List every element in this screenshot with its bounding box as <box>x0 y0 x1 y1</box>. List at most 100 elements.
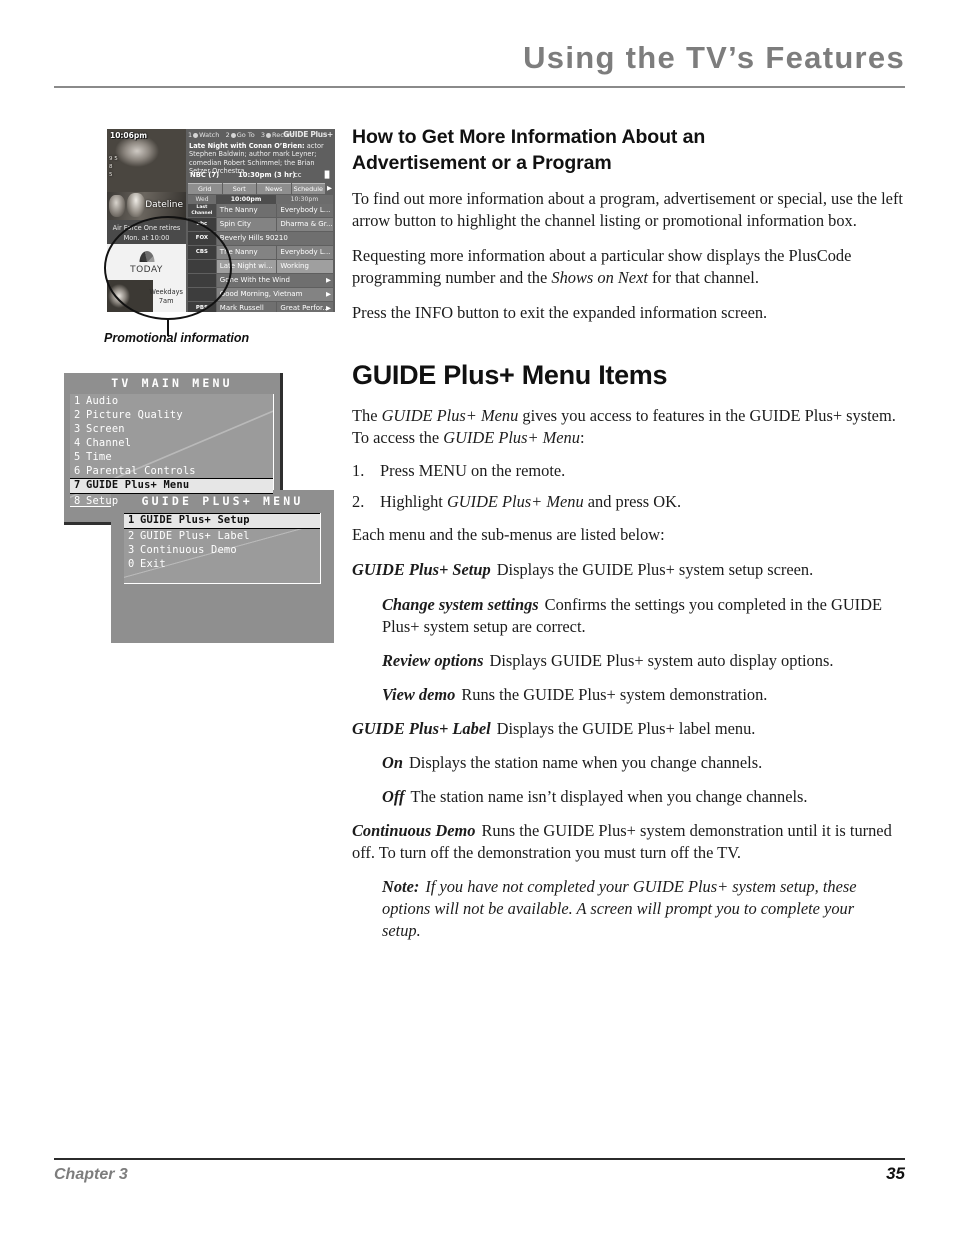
note-term: Note: <box>382 877 420 897</box>
definition-guide-plus-label: GUIDE Plus+ Label Displays the GUIDE Plus… <box>352 718 906 740</box>
menu-item-parental-controls[interactable]: 6 Parental Controls <box>70 464 273 478</box>
menu-item-time[interactable]: 5 Time <box>70 450 273 464</box>
definition-review-options: Review options Displays GUIDE Plus+ syste… <box>382 650 906 672</box>
menu-item-screen[interactable]: 3 Screen <box>70 422 273 436</box>
promo-title: Dateline <box>145 200 183 210</box>
p2-italic: Shows on Next <box>551 268 648 288</box>
epg-action-bar: GUIDE Plus+ 1 Watch 2 Go To 3 Record <box>186 129 335 141</box>
action-3[interactable]: 3 Record <box>257 131 295 139</box>
menu-item-label: Time <box>86 451 112 463</box>
menu-item-guide-plus-setup[interactable]: 1 GUIDE Plus+ Setup <box>124 513 320 529</box>
steps-list: 1. Press MENU on the remote. 2. Highlight … <box>352 460 906 513</box>
menu-item-continuous-demo[interactable]: 3 Continuous Demo <box>124 543 320 557</box>
promo-face-icon <box>109 195 125 217</box>
video-scale-overlay: 9 585 <box>109 156 118 178</box>
tv-main-menu-list: 1 Audio 2 Picture Quality 3 Screen 4 Channel 5 Ti… <box>70 394 274 507</box>
epg-program-title: Working <box>280 262 309 270</box>
definition-description: Displays the GUIDE Plus+ label menu. <box>496 718 756 738</box>
epg-program-cell[interactable]: Spin City <box>216 218 277 231</box>
footer-rule <box>54 1158 905 1160</box>
epg-program-cell[interactable]: Dharma & Gr... <box>277 218 333 231</box>
menu-item-label: Continuous Demo <box>140 544 237 556</box>
epg-continues-arrow-icon: ▶ <box>326 304 331 312</box>
step-2-part2: and press OK. <box>583 492 682 512</box>
definition-term: GUIDE Plus+ Setup <box>352 560 491 580</box>
paragraph-find-out-more: To find out more information about a pro… <box>352 188 903 230</box>
guide-plus-menu-screenshot: GUIDE PLUS+ MENU 1 GUIDE Plus+ Setup 2 GUID… <box>111 490 334 643</box>
epg-program-title: Great Perfor... <box>280 304 329 312</box>
epg-grid-row[interactable]: Last Channel The Nanny Everybody L... <box>188 204 333 217</box>
epg-program-cell[interactable]: Everybody L... <box>277 246 333 259</box>
step-2: 2. Highlight GUIDE Plus+ Menu and press O… <box>352 491 906 513</box>
video-preview: 10:06pm 9 585 <box>107 129 186 192</box>
menu-item-guide-plus-menu[interactable]: 7 GUIDE Plus+ Menu <box>70 478 273 494</box>
epg-program-cell[interactable]: Everybody L... <box>277 204 333 217</box>
menu-item-channel[interactable]: 4 Channel <box>70 436 273 450</box>
promo-face2-icon <box>127 193 145 217</box>
video-timecode: 10:06pm <box>110 131 148 140</box>
epg-program-cell[interactable]: Gone With the Wind ▶ <box>216 274 333 287</box>
paragraph-guide-plus-intro: The GUIDE Plus+ Menu gives you access to… <box>352 405 906 449</box>
menu-item-label: Audio <box>86 395 119 407</box>
p2-part2: for that channel. <box>647 268 759 288</box>
menu-item-key: 2 <box>128 530 135 542</box>
step-2-number: 2. <box>352 492 365 512</box>
action-1[interactable]: 1 Watch <box>188 131 219 139</box>
menu-item-key: 0 <box>128 558 135 570</box>
menu-item-guide-plus-label[interactable]: 2 GUIDE Plus+ Label <box>124 529 320 543</box>
menu-item-label: Exit <box>140 558 166 570</box>
header-rule <box>54 86 905 88</box>
menu-item-key: 2 <box>74 409 81 421</box>
definition-view-demo: View demo Runs the GUIDE Plus+ system dem… <box>382 684 906 706</box>
definition-on: On Displays the station name when you cha… <box>382 752 906 774</box>
definition-description: Runs the GUIDE Plus+ system demonstratio… <box>461 684 768 704</box>
program-title: Late Night with Conan O’Brien: <box>189 142 305 150</box>
tab-schedule[interactable]: Schedule <box>291 183 325 194</box>
paragraph-requesting-more: Requesting more information about a part… <box>352 245 906 289</box>
step-2-part1: Highlight <box>380 492 447 512</box>
step-2-italic: GUIDE Plus+ Menu <box>446 492 584 512</box>
epg-program-cell[interactable]: The Nanny <box>216 204 277 217</box>
tab-sort[interactable]: Sort <box>222 183 256 194</box>
definition-term: Change system settings <box>382 594 539 614</box>
epg-program-cell[interactable]: Beverly Hills 90210 <box>216 232 333 245</box>
epg-continues-arrow-icon: ▶ <box>326 276 331 284</box>
menu-item-key: 1 <box>74 395 81 407</box>
note-text: If you have not completed your GUIDE Plu… <box>382 877 857 941</box>
action-2[interactable]: 2 Go To <box>221 131 255 139</box>
tab-grid[interactable]: Grid <box>188 183 222 194</box>
menu-item-key: 3 <box>74 423 81 435</box>
menu-item-exit[interactable]: 0 Exit <box>124 557 320 571</box>
meta-time: 10:30pm (3 hr) <box>238 171 296 179</box>
epg-program-cell[interactable]: Great Perfor... ▶ <box>277 302 333 312</box>
menu-item-audio[interactable]: 1 Audio <box>70 394 273 408</box>
page-title-guide-plus-menu-items: GUIDE Plus+ Menu Items <box>352 360 668 391</box>
definition-continuous-demo: Continuous Demo Runs the GUIDE Plus+ syst… <box>352 820 906 864</box>
menu-item-key: 1 <box>128 514 135 526</box>
tv-main-menu-screenshot: TV MAIN MENU 1 Audio 2 Picture Quality 3 Scre… <box>64 373 283 525</box>
time-header-slot2: 10:30pm <box>276 195 333 204</box>
running-head: Using the TV’s Features <box>523 40 905 75</box>
bullet-icon <box>193 133 199 138</box>
tab-news[interactable]: News <box>257 183 291 194</box>
menu-item-setup[interactable]: 8 Setup <box>70 494 273 507</box>
menu-item-label: Setup <box>86 495 119 507</box>
meta-cc-icon: cc <box>294 171 302 179</box>
menu-item-picture-quality[interactable]: 2 Picture Quality <box>70 408 273 422</box>
definition-list: GUIDE Plus+ Setup Displays the GUIDE Plus… <box>352 559 906 864</box>
definition-term: Off <box>382 786 405 806</box>
menu-item-label: Screen <box>86 423 125 435</box>
step-1: 1. Press MENU on the remote. <box>352 460 906 482</box>
tab-next-arrow-icon[interactable]: ▶ <box>326 183 333 194</box>
manual-page: Using the TV’s Features 10:06pm 9 585 Da… <box>0 0 954 1235</box>
epg-time-header: Wed 10:00pm 10:30pm <box>188 195 333 204</box>
meta-channel: NBC (7) <box>190 171 220 179</box>
definition-term: On <box>382 752 403 772</box>
epg-program-cell[interactable]: Working <box>277 260 333 273</box>
menu-item-key: 3 <box>128 544 135 556</box>
epg-program-cell[interactable]: Good Morning, Vietnam ▶ <box>216 288 333 301</box>
menu-item-key: 6 <box>74 465 81 477</box>
step-1-text: Press MENU on the remote. <box>380 461 566 481</box>
menu-item-label: GUIDE Plus+ Menu <box>86 479 190 491</box>
epg-program-cell[interactable]: Mark Russell <box>216 302 277 312</box>
